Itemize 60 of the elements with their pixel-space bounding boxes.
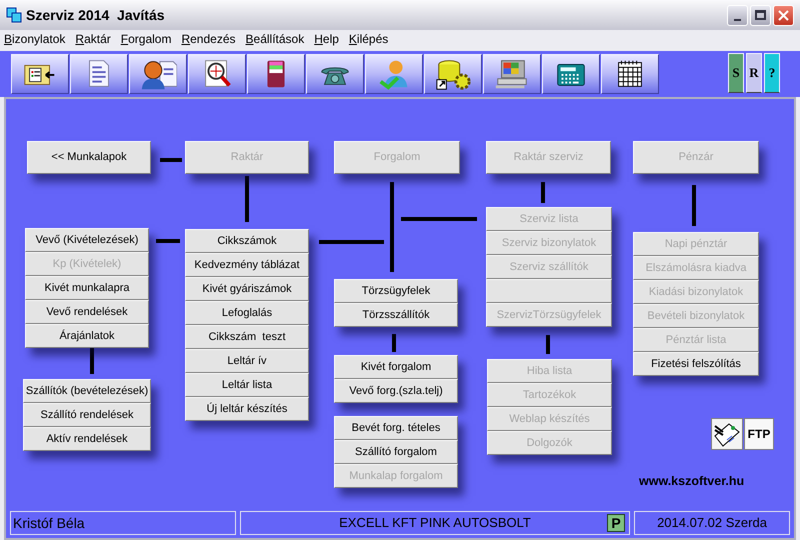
maximize-icon [755,10,766,20]
menu-button[interactable]: Vevő forg.(szla.telj) [334,379,458,403]
menu-item[interactable]: Bizonylatok [4,30,66,48]
toolbar-button[interactable] [247,54,305,94]
blank-button[interactable] [486,279,612,303]
toolbar-button[interactable] [188,54,246,94]
menu-button[interactable]: Kivét gyáriszámok [185,277,309,301]
company-name: EXCELL KFT PINK AUTOSBOLT [339,514,531,532]
app-icon [6,7,22,23]
date-label: 2014.07.02 Szerda [634,511,790,535]
menu-item[interactable]: Beállítások [246,30,304,48]
close-button[interactable] [773,4,794,26]
menu-item[interactable]: Raktár [75,30,111,48]
side-button[interactable]: R [746,53,762,93]
menu-button[interactable]: Cikkszám teszt [185,325,309,349]
menu-item[interactable]: Kilépés [348,30,388,48]
minimize-icon [734,18,741,20]
menu-button[interactable]: Kivét munkalapra [25,276,149,300]
toolbar-button[interactable] [129,54,187,94]
close-icon [778,10,789,20]
toolbar-button[interactable] [542,54,600,94]
menu-button[interactable]: Szállítók (bevételezések) [23,379,151,403]
menu-button[interactable]: Aktív rendelések [23,427,151,451]
menu-button[interactable]: Kivét forgalom [334,355,458,379]
toolbar-button[interactable] [306,54,364,94]
menu-item[interactable]: Help [314,30,339,48]
toolbar-button[interactable] [70,54,128,94]
menu-button[interactable]: Vevő (Kivételezések) [25,228,149,252]
menu-button[interactable]: Kedvezmény táblázat [185,253,309,277]
side-button[interactable]: ? [764,53,780,93]
window-title: Szerviz 2014 Javítás [26,6,165,24]
website-link[interactable]: www.kszoftver.hu [639,472,744,491]
toolbar-button[interactable] [365,54,423,94]
menu-button[interactable]: << Munkalapok [27,141,151,174]
p-button[interactable]: P [607,514,625,532]
ftp-button[interactable]: FTP [744,418,774,450]
toolbar-button[interactable] [601,54,659,94]
menu-button[interactable]: Cikkszámok [185,229,309,253]
menu-button[interactable]: Törzsügyfelek [334,279,458,303]
user-name: Kristóf Béla [10,511,236,535]
menu-button[interactable]: Bevét forg. tételes [334,416,458,440]
toolbar-button[interactable] [424,54,482,94]
toolbar-button[interactable] [11,54,69,94]
menu-button[interactable]: Leltár ív [185,349,309,373]
mail-button[interactable] [711,418,743,450]
menu-button[interactable]: Lefoglalás [185,301,309,325]
minimize-button[interactable] [727,4,748,26]
side-button[interactable]: S [728,53,744,93]
menu-button[interactable]: Fizetési felszólítás [633,352,759,376]
menu-button[interactable]: Árajánlatok [25,324,149,348]
menu-item[interactable]: Forgalom [120,30,172,48]
menu-button[interactable]: Szállító forgalom [334,440,458,464]
menu-button[interactable]: Új leltár készítés [185,397,309,421]
menu-button[interactable]: Leltár lista [185,373,309,397]
menu-button[interactable]: Törzsszállítók [334,303,458,327]
toolbar-button[interactable] [483,54,541,94]
maximize-button[interactable] [750,4,771,26]
menu-button[interactable]: Szállító rendelések [23,403,151,427]
menu-button[interactable]: Vevő rendelések [25,300,149,324]
menu-item[interactable]: Rendezés [181,30,236,48]
